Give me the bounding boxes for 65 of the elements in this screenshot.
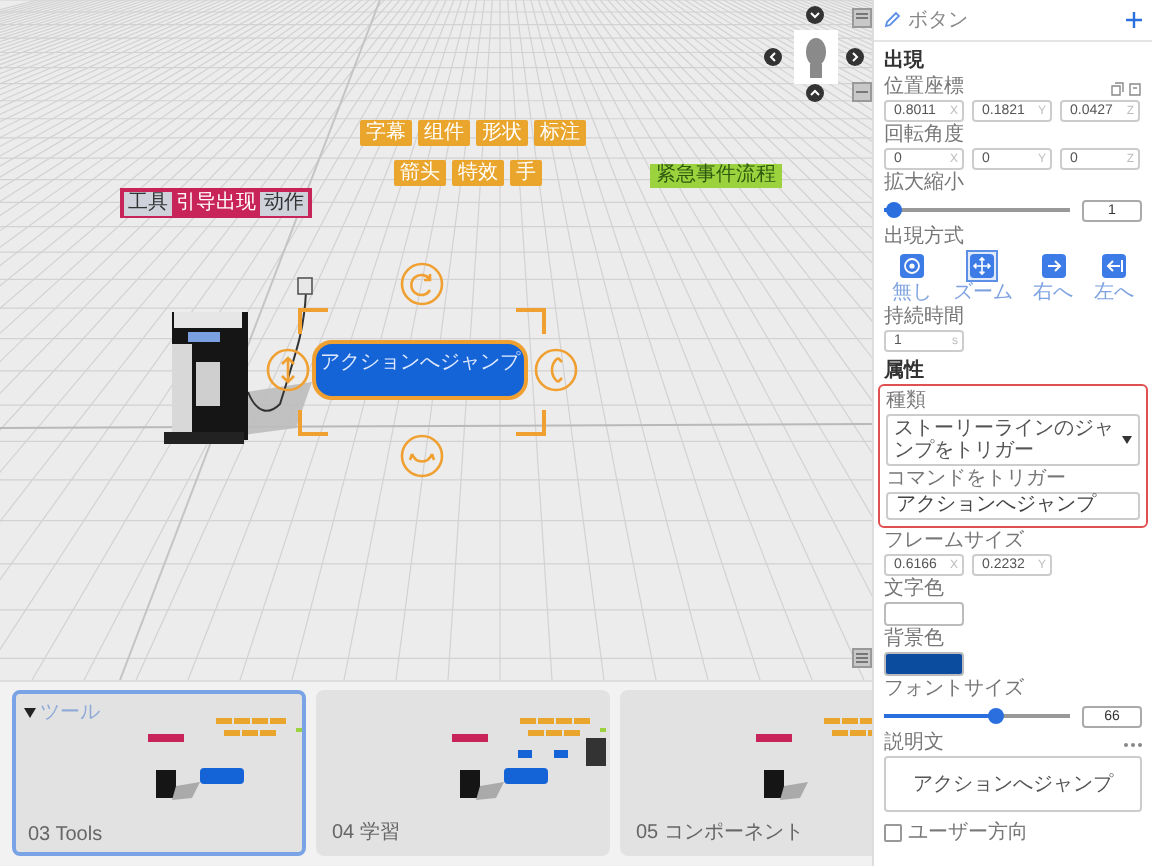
scene-thumbnail-drawing: [752, 714, 872, 802]
panel-title: ボタン: [908, 8, 970, 34]
field-label: 回転角度: [884, 124, 964, 148]
field-label: 説明文: [884, 732, 944, 756]
head-icon: [802, 36, 830, 78]
bar-label: 引导出现: [176, 191, 256, 215]
panel-icon[interactable]: [852, 8, 872, 28]
copy-icon[interactable]: [1110, 81, 1124, 95]
slide-label: 04 学習: [332, 820, 400, 846]
description-field[interactable]: アクションへジャンプ: [884, 756, 1142, 812]
field-label: 文字色: [884, 578, 944, 602]
rotate-side-icon[interactable]: [534, 348, 578, 392]
slide-card[interactable]: 05 コンポーネント: [620, 690, 872, 856]
color-swatch[interactable]: [884, 602, 964, 626]
color-swatch[interactable]: [884, 652, 964, 676]
field-label: 持続時間: [884, 306, 964, 330]
plus-icon[interactable]: [1126, 12, 1142, 28]
type-dropdown[interactable]: ストーリーラインのジャンプをトリガー: [886, 414, 1140, 466]
field-label: コマンドをトリガー: [886, 468, 1066, 492]
checkbox[interactable]: [884, 823, 902, 841]
appear-mode-option[interactable]: 右へ: [1033, 250, 1074, 304]
pencil-icon: [884, 12, 900, 28]
field-label: フォントサイズ: [884, 678, 1024, 702]
scene-button[interactable]: アクションへジャンプ: [312, 340, 528, 400]
slider-thumb[interactable]: [885, 202, 902, 218]
arrow-left-icon: [1101, 254, 1126, 278]
caret-down-icon: [1122, 436, 1132, 444]
chevron-left-icon[interactable]: [764, 48, 782, 66]
appear-mode-option[interactable]: 無し: [892, 250, 932, 304]
scene-tag[interactable]: 紧急事件流程: [650, 164, 782, 188]
field-label: 種類: [886, 390, 926, 414]
scene-label-bar[interactable]: 工具 引导出现 动作: [120, 188, 312, 218]
flip-icon[interactable]: [400, 434, 444, 478]
caret-icon[interactable]: [24, 707, 36, 717]
vertical-arrows-icon[interactable]: [266, 348, 310, 392]
section-title: 出現: [884, 48, 926, 74]
field-label: 出現方式: [884, 226, 964, 250]
chevron-down-icon[interactable]: [806, 6, 824, 24]
layout-icon[interactable]: [852, 82, 872, 102]
appear-mode-option[interactable]: ズーム: [952, 250, 1013, 304]
slider-thumb[interactable]: [987, 708, 1004, 724]
slide-label: 05 コンポーネント: [636, 820, 804, 846]
slide-card[interactable]: ツール 03 Tools: [12, 690, 306, 856]
move-arrows-icon: [970, 254, 995, 278]
list-icon[interactable]: [852, 648, 872, 668]
chevron-up-icon[interactable]: [806, 84, 824, 102]
field-label: 位置座標: [884, 76, 964, 100]
slide-label: 03 Tools: [28, 824, 103, 846]
field-label: 背景色: [884, 628, 944, 652]
slide-card[interactable]: 04 学習: [316, 690, 610, 856]
field-label: 拡大縮小: [884, 172, 964, 196]
target-icon: [900, 254, 924, 278]
field-label: フレームサイズ: [884, 530, 1024, 554]
rotate-icon[interactable]: [400, 262, 444, 306]
bar-chip: 工具: [124, 191, 172, 215]
group-label: ツール: [40, 700, 100, 726]
clipboard-icon[interactable]: [1128, 81, 1142, 95]
arrow-right-icon: [1041, 254, 1066, 278]
more-icon[interactable]: [1124, 741, 1142, 747]
bar-chip: 动作: [260, 191, 308, 215]
appear-mode-option[interactable]: 左へ: [1093, 250, 1134, 304]
section-title: 属性: [884, 358, 926, 384]
command-field[interactable]: アクションへジャンプ: [886, 492, 1140, 520]
chevron-right-icon[interactable]: [846, 48, 864, 66]
checkbox-label: ユーザー方向: [908, 819, 1028, 846]
